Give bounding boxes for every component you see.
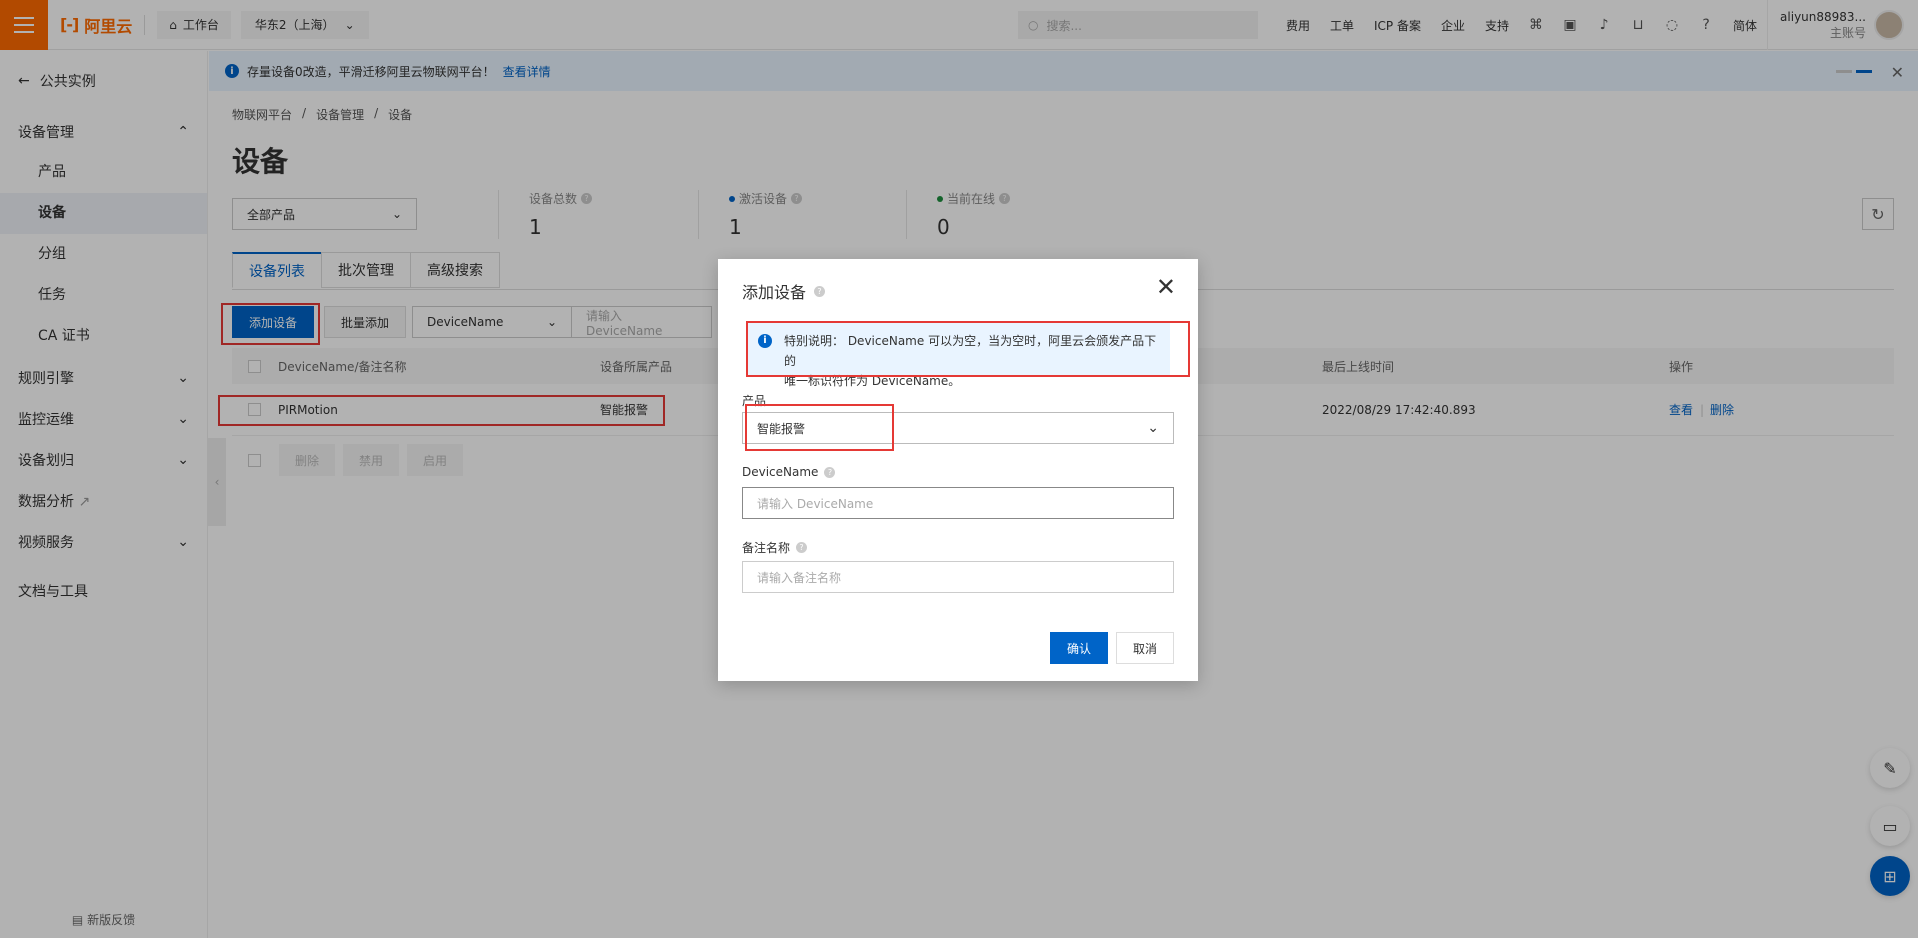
cancel-button[interactable]: 取消 [1115,632,1174,664]
help-icon[interactable]: ? [796,542,808,553]
close-icon[interactable]: ✕ [1156,275,1176,299]
confirm-button[interactable]: 确认 [1049,632,1108,664]
annotation-box [746,321,1190,377]
remark-label: 备注名称 [742,541,791,555]
chevron-down-icon: ⌄ [1147,420,1159,436]
devicename-label-wrap: DeviceName ? [742,465,836,479]
help-icon[interactable]: ? [824,466,836,478]
annotation-box [745,404,894,451]
remark-label-wrap: 备注名称 ? [742,539,808,556]
devicename-label: DeviceName [742,465,819,479]
devicename-input[interactable]: 请输入 DeviceName [742,487,1174,519]
dialog-title: 添加设备 ? [742,279,826,303]
remark-input[interactable]: 请输入备注名称 [742,561,1174,593]
dialog-title-text: 添加设备 [742,283,807,302]
help-icon[interactable]: ? [814,285,826,297]
dialog-actions: 确认 取消 [1049,632,1174,664]
